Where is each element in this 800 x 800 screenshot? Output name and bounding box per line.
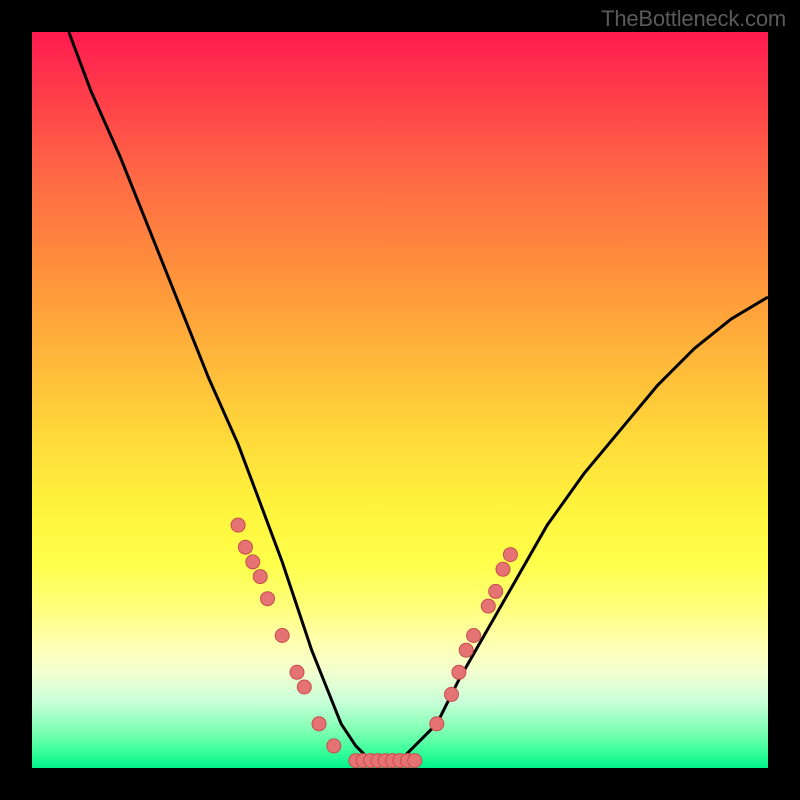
marker-dot <box>261 592 275 606</box>
marker-dot <box>253 570 267 584</box>
marker-dot <box>297 680 311 694</box>
bottleneck-curve-path <box>69 32 768 761</box>
marker-dot <box>238 540 252 554</box>
marker-dot <box>489 584 503 598</box>
marker-dot <box>231 518 245 532</box>
marker-dot <box>430 717 444 731</box>
chart-frame: TheBottleneck.com <box>0 0 800 800</box>
plot-area <box>32 32 768 768</box>
marker-dot <box>327 739 341 753</box>
marker-dot <box>452 665 466 679</box>
bottleneck-curve-svg <box>32 32 768 768</box>
marker-dot <box>445 687 459 701</box>
marker-dot <box>503 548 517 562</box>
marker-dot <box>481 599 495 613</box>
marker-dot <box>459 643 473 657</box>
marker-dot <box>408 754 422 768</box>
attribution-label: TheBottleneck.com <box>601 6 786 32</box>
marker-dot <box>290 665 304 679</box>
marker-dot <box>312 717 326 731</box>
marker-dot <box>496 562 510 576</box>
data-markers <box>231 518 517 768</box>
marker-dot <box>467 629 481 643</box>
marker-dot <box>246 555 260 569</box>
marker-dot <box>275 629 289 643</box>
